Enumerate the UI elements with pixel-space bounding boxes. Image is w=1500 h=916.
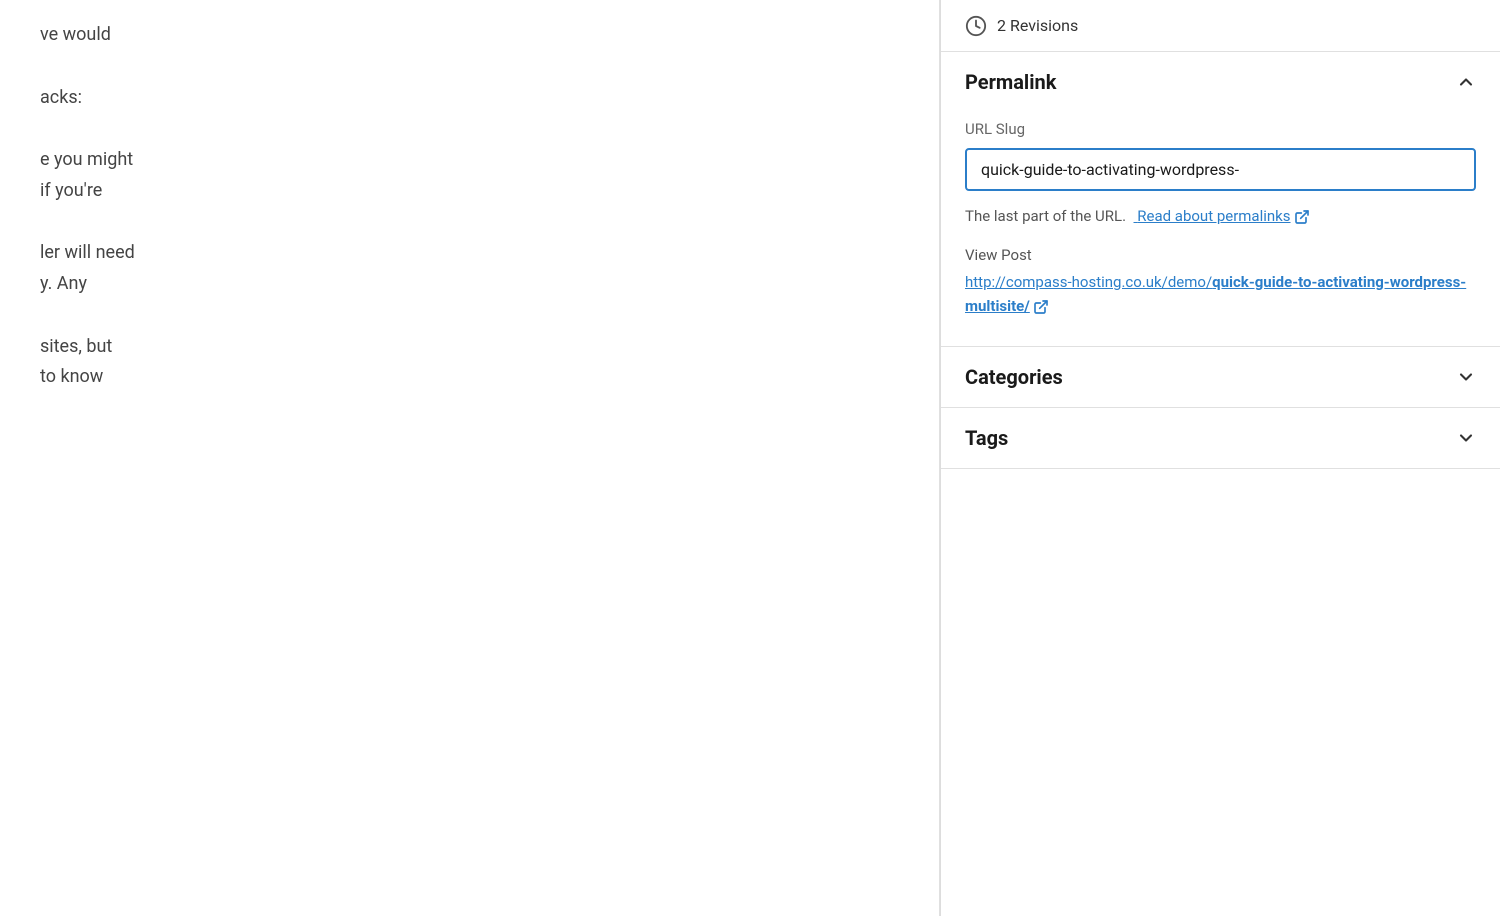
tags-section: Tags bbox=[941, 408, 1500, 469]
external-link-icon bbox=[1294, 209, 1310, 225]
view-post-external-link-icon bbox=[1033, 299, 1049, 315]
permalink-section-body: URL Slug The last part of the URL. Read … bbox=[941, 112, 1500, 346]
revisions-row[interactable]: 2 Revisions bbox=[941, 0, 1500, 52]
clock-icon bbox=[965, 15, 987, 37]
permalink-section-header[interactable]: Permalink bbox=[941, 52, 1500, 112]
text-fragment-1: ve would bbox=[40, 20, 899, 51]
view-post-label: View Post bbox=[965, 246, 1476, 264]
read-about-permalinks-link[interactable]: Read about permalinks bbox=[1134, 207, 1310, 225]
text-fragment-3: e you might if you're bbox=[40, 145, 899, 206]
right-sidebar-panel: 2 Revisions Permalink URL Slug The last … bbox=[940, 0, 1500, 916]
categories-section-title: Categories bbox=[965, 365, 1063, 389]
categories-section: Categories bbox=[941, 347, 1500, 408]
chevron-down-tags-icon bbox=[1456, 428, 1476, 448]
chevron-down-categories-icon bbox=[1456, 367, 1476, 387]
permalink-section: Permalink URL Slug The last part of the … bbox=[941, 52, 1500, 347]
view-post-link[interactable]: http://compass-hosting.co.uk/demo/quick-… bbox=[965, 273, 1466, 315]
permalink-help-text: The last part of the URL. Read about per… bbox=[965, 205, 1476, 228]
text-fragment-5: sites, but to know bbox=[40, 332, 899, 393]
view-post-url-plain: http://compass-hosting.co.uk/demo/ bbox=[965, 273, 1212, 291]
url-slug-input[interactable] bbox=[965, 148, 1476, 191]
url-slug-label: URL Slug bbox=[965, 120, 1476, 138]
article-text: ve would acks: e you might if you're ler… bbox=[40, 20, 899, 393]
tags-section-header[interactable]: Tags bbox=[941, 408, 1500, 468]
chevron-up-icon bbox=[1456, 72, 1476, 92]
revisions-label: 2 Revisions bbox=[997, 16, 1078, 35]
permalink-section-title: Permalink bbox=[965, 70, 1056, 94]
categories-section-header[interactable]: Categories bbox=[941, 347, 1500, 407]
help-text-static: The last part of the URL. bbox=[965, 207, 1126, 225]
left-content-panel: ve would acks: e you might if you're ler… bbox=[0, 0, 940, 916]
text-fragment-2: acks: bbox=[40, 83, 899, 114]
tags-section-title: Tags bbox=[965, 426, 1008, 450]
text-fragment-4: ler will need y. Any bbox=[40, 238, 899, 299]
